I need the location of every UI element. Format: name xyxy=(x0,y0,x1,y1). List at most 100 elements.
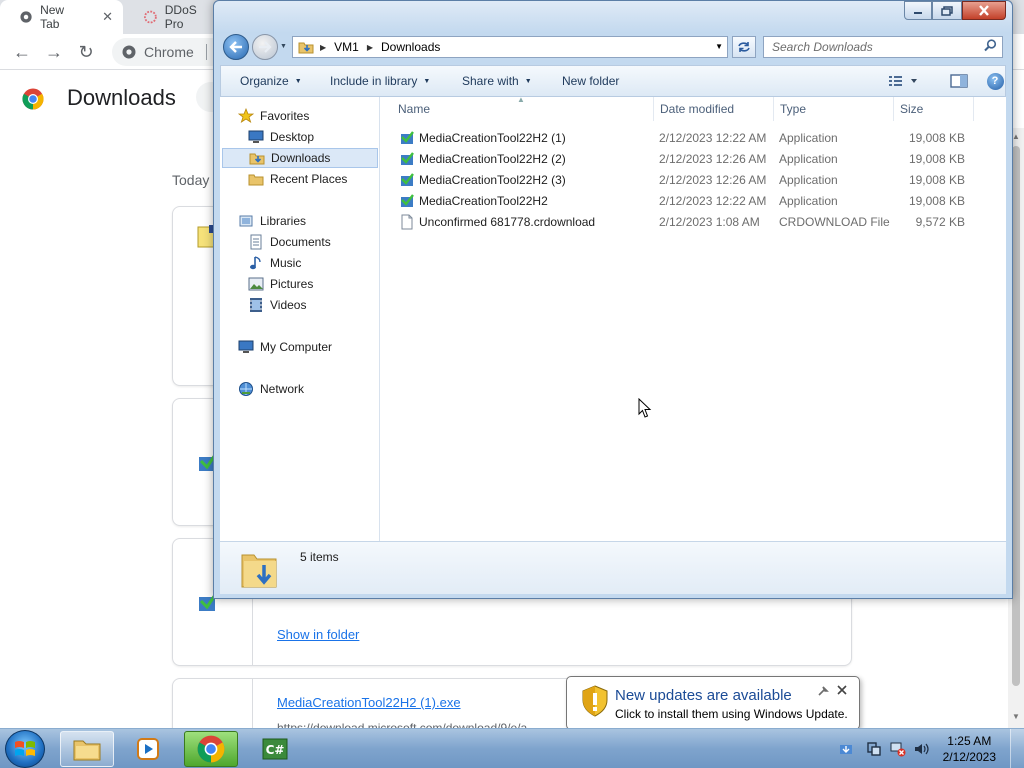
explorer-title-bar[interactable] xyxy=(214,1,1012,33)
chrome-tab-ddos[interactable]: DDoS Pro xyxy=(124,0,224,34)
back-arrow-icon xyxy=(229,41,242,53)
volume-icon[interactable] xyxy=(914,741,930,757)
chrome-tab-new-tab[interactable]: New Tab ✕ xyxy=(0,0,123,34)
nav-my-computer[interactable]: My Computer xyxy=(238,337,396,357)
file-date: 2/12/2023 12:26 AM xyxy=(659,152,767,166)
chrome-logo-icon xyxy=(197,735,225,763)
chrome-tab-label: New Tab xyxy=(40,3,65,31)
share-with-menu[interactable]: Share with ▼ xyxy=(462,74,532,88)
breadcrumb-downloads[interactable]: Downloads xyxy=(381,40,440,54)
include-in-library-menu[interactable]: Include in library ▼ xyxy=(330,74,430,88)
preview-pane-icon xyxy=(950,74,968,88)
blank-file-icon xyxy=(401,214,413,230)
scroll-up-icon[interactable]: ▲ xyxy=(1012,132,1020,141)
folder-download-icon xyxy=(298,42,314,54)
file-type: CRDOWNLOAD File xyxy=(779,215,890,229)
show-in-folder-link[interactable]: Show in folder xyxy=(277,627,359,642)
svg-text:C#: C# xyxy=(266,743,285,757)
close-button[interactable] xyxy=(962,1,1006,20)
system-tray: 1:25 AM 2/12/2023 xyxy=(828,729,1024,768)
reload-icon[interactable]: ↻ xyxy=(76,42,96,62)
taskbar-media-player-button[interactable] xyxy=(122,731,176,767)
forward-arrow-icon[interactable]: → xyxy=(44,42,64,62)
file-name: MediaCreationTool22H2 (3) xyxy=(419,173,566,187)
system-clock[interactable]: 1:25 AM 2/12/2023 xyxy=(943,733,996,765)
nav-downloads[interactable]: Downloads xyxy=(222,148,378,168)
file-row[interactable]: MediaCreationTool22H2 (1) 2/12/2023 12:2… xyxy=(380,128,1006,149)
nav-recent-places[interactable]: Recent Places xyxy=(248,169,376,189)
desktop-icon xyxy=(248,129,264,145)
nav-music[interactable]: Music xyxy=(248,253,376,273)
chrome-site-icon xyxy=(122,45,136,59)
column-header-name[interactable]: Name xyxy=(392,97,654,121)
forward-button[interactable] xyxy=(252,34,278,60)
minimize-button[interactable] xyxy=(904,1,932,20)
back-arrow-icon[interactable]: ← xyxy=(12,42,32,62)
back-button[interactable] xyxy=(223,34,249,60)
help-button[interactable]: ? xyxy=(985,72,1005,90)
search-icon[interactable] xyxy=(984,39,997,55)
preview-pane-button[interactable] xyxy=(949,72,969,90)
download-file-link[interactable]: MediaCreationTool22H2 (1).exe xyxy=(277,695,461,710)
tab-close-icon[interactable]: ✕ xyxy=(102,9,113,25)
column-header-date-modified[interactable]: Date modified xyxy=(654,97,774,121)
nav-libraries[interactable]: Libraries xyxy=(238,211,396,231)
view-details-icon xyxy=(889,76,917,86)
network-error-icon[interactable] xyxy=(890,741,906,757)
file-row[interactable]: MediaCreationTool22H2 2/12/2023 12:22 AM… xyxy=(380,191,1006,212)
nav-favorites[interactable]: Favorites xyxy=(238,106,396,126)
start-button[interactable] xyxy=(5,730,45,768)
address-bar[interactable]: ▶ VM1 ▶ Downloads ▼ xyxy=(292,36,728,58)
forward-arrow-icon xyxy=(259,41,272,53)
dropdown-caret-icon: ▼ xyxy=(423,78,431,85)
taskbar-chrome-button[interactable] xyxy=(184,731,238,767)
nav-network[interactable]: Network xyxy=(238,379,396,399)
address-row: ▼ ▶ VM1 ▶ Downloads ▼ Search Downloads xyxy=(214,31,1012,63)
breadcrumb-arrow-icon[interactable]: ▶ xyxy=(367,43,373,52)
nav-documents[interactable]: Documents xyxy=(248,232,376,252)
refresh-button[interactable] xyxy=(732,36,756,58)
file-row[interactable]: MediaCreationTool22H2 (2) 2/12/2023 12:2… xyxy=(380,149,1006,170)
dropdown-caret-icon: ▼ xyxy=(524,78,532,85)
scroll-down-icon[interactable]: ▼ xyxy=(1012,712,1020,721)
maximize-button[interactable] xyxy=(932,1,962,20)
windows-update-tray-icon[interactable] xyxy=(838,741,854,757)
nav-pictures[interactable]: Pictures xyxy=(248,274,376,294)
options-icon[interactable] xyxy=(817,685,829,700)
column-header-type[interactable]: Type xyxy=(774,97,894,121)
breadcrumb-vm1[interactable]: VM1 xyxy=(334,40,359,54)
minimize-icon xyxy=(914,11,922,14)
file-row[interactable]: MediaCreationTool22H2 (3) 2/12/2023 12:2… xyxy=(380,170,1006,191)
omnibox[interactable]: Chrome xyxy=(112,38,222,66)
action-center-icon[interactable] xyxy=(866,741,882,757)
dropdown-caret-icon: ▼ xyxy=(294,78,302,85)
update-notification-balloon[interactable]: New updates are available Click to insta… xyxy=(566,676,860,743)
column-header-size[interactable]: Size xyxy=(894,97,974,121)
new-folder-button[interactable]: New folder xyxy=(562,74,619,88)
caption-buttons xyxy=(904,1,1006,20)
omnibox-text: Chrome xyxy=(144,44,194,60)
organize-menu[interactable]: Organize ▼ xyxy=(240,74,302,88)
search-input[interactable]: Search Downloads xyxy=(763,36,1003,58)
recent-pages-dropdown-icon[interactable]: ▼ xyxy=(280,43,287,50)
file-size: 9,572 KB xyxy=(915,215,965,229)
breadcrumb-arrow-icon[interactable]: ▶ xyxy=(320,43,326,52)
notification-title: New updates are available xyxy=(615,687,792,704)
file-row[interactable]: Unconfirmed 681778.crdownload 2/12/2023 … xyxy=(380,212,1006,233)
taskbar-csharp-button[interactable]: C# xyxy=(248,731,302,767)
change-view-button[interactable] xyxy=(883,72,923,90)
chrome-logo-icon xyxy=(22,88,44,110)
nav-videos[interactable]: Videos xyxy=(248,295,376,315)
nav-desktop[interactable]: Desktop xyxy=(248,127,376,147)
folder-download-icon xyxy=(249,150,265,166)
scrollbar-thumb[interactable] xyxy=(1012,146,1020,686)
app-icon xyxy=(401,152,414,165)
show-desktop-button[interactable] xyxy=(1010,729,1024,768)
close-icon[interactable] xyxy=(837,683,847,698)
address-dropdown-icon[interactable]: ▼ xyxy=(715,42,723,51)
file-list[interactable]: ▲ Name Date modified Type Size MediaCrea… xyxy=(380,95,1006,541)
taskbar-explorer-button[interactable] xyxy=(60,731,114,767)
file-date: 2/12/2023 1:08 AM xyxy=(659,215,760,229)
taskbar: C# 1:25 AM 2/12/2023 xyxy=(0,728,1024,768)
file-name: MediaCreationTool22H2 (1) xyxy=(419,131,566,145)
